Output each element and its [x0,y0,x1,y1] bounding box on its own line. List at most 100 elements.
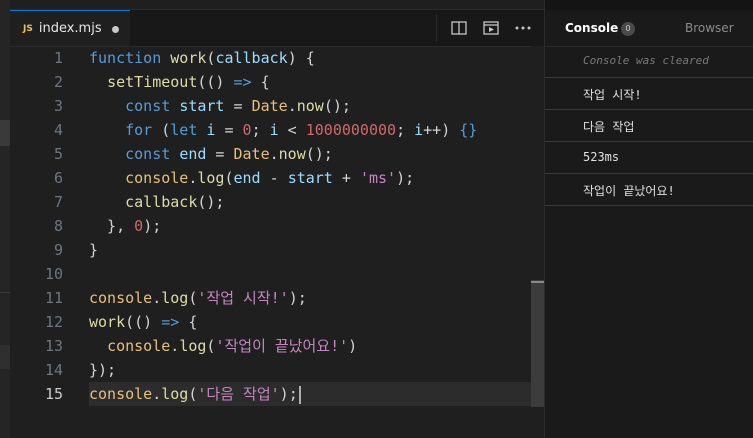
code-editor[interactable]: 1 function work(callback) {2 setTimeout((… [10,46,544,438]
line-text: console.log(end - start + 'ms'); [89,166,414,190]
code-token: function [89,49,171,67]
js-file-icon: JS [23,23,33,34]
console-message: 523ms [583,150,620,164]
line-number: 8 [53,217,63,235]
code-token: callback [125,193,198,211]
code-token: ); [279,385,298,403]
code-token: ); [288,289,307,307]
code-token: Date [233,145,270,163]
line-text: const end = Date.now(); [89,142,333,166]
code-token: callback [215,49,288,67]
code-token: for [125,121,162,139]
console-count-badge: 0 [621,22,635,36]
console-message: 작업이 끝났어요! [583,184,675,198]
tab-title: index.mjs [38,21,102,36]
code-line[interactable]: 12 work(() => { [10,310,544,334]
line-number: 2 [53,73,63,91]
code-token: const [125,145,180,163]
code-token: ( [224,169,234,187]
scrollbar-thumb[interactable] [531,280,544,407]
code-line[interactable]: 9} [10,238,544,262]
code-line[interactable]: 14}); [10,358,544,382]
code-line[interactable]: 3 const start = Date.now(); [10,94,544,118]
code-line[interactable]: 8 }, 0); [10,214,544,238]
activity-indicator [0,345,10,369]
preview-icon[interactable] [482,19,500,37]
text-cursor [298,385,301,404]
unsaved-dot-icon[interactable] [112,26,119,33]
tab-console[interactable]: Console [565,21,618,35]
code-line[interactable]: 6 console.log(end - start + 'ms'); [10,166,544,190]
code-token: }); [89,361,117,379]
editor-actions [450,10,532,46]
more-actions-icon[interactable] [514,19,532,37]
code-token: let [170,121,207,139]
code-token: console [107,337,171,355]
cursor-position-marker [531,281,544,283]
console-message: Console was cleared [583,54,709,67]
line-number: 4 [53,121,63,139]
console-log-entry: 작업이 끝났어요! [545,174,753,206]
code-line[interactable]: 4 for (let i = 0; i < 1000000000; i++) {… [10,118,544,142]
tab-index-mjs[interactable]: JS index.mjs [10,10,130,46]
console-cleared-notice: Console was cleared [545,46,753,78]
code-line[interactable]: 2 setTimeout(() => { [10,70,544,94]
code-line[interactable]: 15 console.log('다음 작업'); [10,382,544,406]
line-number: 5 [53,145,63,163]
split-editor-icon[interactable] [450,19,468,37]
line-number: 13 [44,337,63,355]
code-token: console [89,385,153,403]
code-token: . [152,385,162,403]
line-number: 9 [53,241,63,259]
code-token: - [260,169,288,187]
line-text: setTimeout(() => { [89,70,270,94]
code-token: ) { [287,49,315,67]
code-line[interactable]: 1 function work(callback) { [10,46,544,70]
code-token: }, [89,217,135,235]
code-token: 1000000000 [305,121,397,139]
code-token: console [125,169,189,187]
code-line[interactable]: 10 [10,262,544,286]
line-text: const start = Date.now(); [89,94,351,118]
code-line[interactable]: 13 console.log('작업이 끝났어요!') [10,334,544,358]
line-text: work(() => { [89,310,197,334]
tab-browser[interactable]: Browser [685,21,734,35]
code-token: (); [197,193,225,211]
line-number: 7 [53,193,63,211]
code-token: Date [251,97,288,115]
code-token: log [197,169,225,187]
code-token: work [89,313,126,331]
code-token: i [269,121,279,139]
code-token: now [296,97,324,115]
code-token: ); [396,169,415,187]
line-text: }, 0); [89,214,161,238]
code-token: '작업이 끝났어요!' [215,337,349,355]
code-token: . [269,145,279,163]
line-number: 1 [53,49,63,67]
code-token: . [152,289,162,307]
code-line[interactable]: 11 console.log('작업 시작!'); [10,286,544,310]
line-text: }); [89,358,116,382]
line-number: 10 [44,265,63,283]
line-text: } [89,238,98,262]
code-token: '다음 작업' [197,385,280,403]
line-number: 14 [44,361,63,379]
console-log-entry: 다음 작업 [545,110,753,142]
code-token: . [170,337,180,355]
panel-header-strip [545,0,753,10]
code-token: const [125,97,180,115]
code-token: { [251,73,270,91]
code-token: (); [305,145,333,163]
line-text: console.log('작업 시작!'); [89,286,307,310]
code-line[interactable]: 7 callback(); [10,190,544,214]
code-line[interactable]: 5 const end = Date.now(); [10,142,544,166]
code-token: ++) [423,121,460,139]
tab-actions-separator [436,14,437,42]
code-token: } [89,241,99,259]
line-number: 6 [53,169,63,187]
